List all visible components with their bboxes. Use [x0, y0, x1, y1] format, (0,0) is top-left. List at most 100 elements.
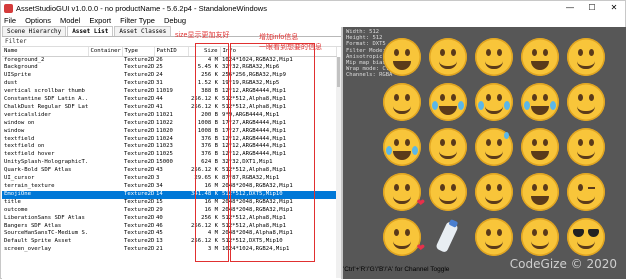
emoji-grin-icon: [521, 128, 559, 166]
cell-container: [88, 72, 122, 80]
emoji-smile-icon: [567, 38, 605, 76]
cell-type: Texture2D: [124, 64, 154, 71]
minimize-button[interactable]: —: [559, 1, 581, 15]
column-header-pathid[interactable]: PathID: [154, 47, 189, 57]
cell-pathid: 41: [156, 103, 163, 110]
cell-name: Bangers SDF Atlas: [4, 222, 62, 229]
cell-container: [88, 96, 122, 104]
cell-container: [88, 246, 122, 254]
cell-name: Quark-Bold SDF Atlas: [4, 167, 72, 174]
emoji-grin-icon: [383, 38, 421, 76]
cell-type: Texture2D: [124, 198, 154, 205]
column-header-container[interactable]: Container: [88, 47, 123, 57]
emoji-smile-icon: [429, 173, 467, 211]
cell-container: [88, 190, 122, 199]
tab-scene-hierarchy[interactable]: Scene Hierarchy: [2, 26, 67, 36]
cell-container: [88, 199, 122, 207]
cell-name: screen_overlay: [4, 246, 52, 253]
app-icon: [4, 3, 13, 13]
cell-type: Texture2D: [124, 230, 154, 237]
menu-debug[interactable]: Debug: [164, 16, 186, 25]
cell-pathid: 40: [156, 214, 163, 221]
cell-type: Texture2D: [124, 127, 154, 134]
texture-preview: Width: 512 Height: 512 Format: DXT5 Filter …: [343, 27, 626, 279]
app-window: AssetStudioGUI v1.0.0.0 - no productName…: [0, 0, 626, 279]
cell-pathid: 44: [156, 96, 163, 103]
emoji-heart-icon: ❤: [383, 173, 425, 211]
cell-name: title: [4, 198, 21, 205]
emoji-smile-icon: [429, 38, 467, 76]
cell-container: [88, 175, 122, 183]
menu-export[interactable]: Export: [89, 16, 111, 25]
cell-pathid: 15: [156, 198, 163, 205]
emoji-smile-icon: [521, 218, 559, 256]
emoji-smile-icon: [383, 83, 421, 121]
tab-asset-classes[interactable]: Asset Classes: [114, 26, 172, 36]
cell-type: Texture2D: [124, 80, 154, 87]
cell-type: Texture2D: [124, 56, 154, 63]
menu-model[interactable]: Model: [60, 16, 80, 25]
cell-pathid: 13: [156, 238, 163, 245]
cell-type: Texture2D: [124, 143, 154, 150]
menu-options[interactable]: Options: [25, 16, 51, 25]
cell-type: Texture2D: [124, 96, 154, 103]
cell-name: terrain_texture: [4, 183, 55, 189]
column-header-type[interactable]: Type: [122, 47, 155, 57]
cell-container: [88, 151, 122, 159]
menu-file[interactable]: File: [4, 16, 16, 25]
cell-pathid: 21: [156, 246, 163, 253]
cell-pathid: 11022: [156, 119, 173, 126]
cell-container: [88, 215, 122, 223]
column-header-name[interactable]: Name: [2, 47, 89, 57]
cell-name: UI_cursor: [4, 175, 35, 182]
size-column-highlight: [195, 43, 229, 262]
window-title: AssetStudioGUI v1.0.0.0 - no productName…: [16, 3, 267, 13]
cell-type: Texture2D: [124, 175, 154, 182]
cell-name: vertical scrollbar thumb: [4, 88, 85, 95]
cell-pathid: 24: [156, 72, 163, 79]
cell-name: EmojiOne: [2, 190, 88, 199]
emoji-cool-icon: [567, 218, 605, 256]
cell-name: ChalkDust Regular SDF Lat...: [4, 103, 88, 110]
cell-type: Texture2D: [124, 183, 154, 189]
maximize-button[interactable]: ☐: [581, 1, 603, 15]
cell-type: Texture2D: [124, 222, 154, 229]
emoji-smile-icon: [567, 83, 605, 121]
emoji-smile-icon: [475, 173, 513, 211]
cell-container: [88, 64, 122, 72]
cell-pathid: 29: [156, 206, 163, 213]
cell-type: Texture2D: [124, 159, 154, 166]
cell-name: textfield hover: [4, 151, 55, 158]
cell-container: [88, 104, 122, 112]
cell-container: [88, 88, 122, 96]
emoji-laugh-icon: [521, 38, 559, 76]
close-button[interactable]: ✕: [603, 1, 625, 15]
emoji-smile-icon: [475, 218, 513, 256]
cell-pathid: 15000: [156, 159, 173, 166]
cell-container: [88, 238, 122, 246]
menu-bar: File Options Model Export Filter Type De…: [1, 15, 625, 26]
menu-filter-type[interactable]: Filter Type: [120, 16, 155, 25]
cell-container: [88, 183, 122, 191]
cell-pathid: 34: [156, 183, 163, 189]
cell-container: [88, 112, 122, 120]
cell-name: Background: [4, 64, 38, 71]
cell-type: Texture2D: [124, 119, 154, 126]
scrollbar-thumb[interactable]: [337, 57, 340, 87]
watermark: CodeGize © 2020: [509, 257, 617, 271]
cell-pathid: 26: [156, 56, 163, 63]
cell-name: window on: [4, 119, 35, 126]
cell-container: [88, 143, 122, 151]
emoji-smile-icon: [475, 38, 513, 76]
cell-pathid: 43: [156, 167, 163, 174]
cell-pathid: 14: [154, 190, 188, 199]
cell-pathid: 11021: [156, 111, 173, 118]
cell-container: [88, 56, 122, 64]
cell-container: [88, 80, 122, 88]
cell-pathid: 25: [156, 64, 163, 71]
cell-name: UISprite: [4, 72, 31, 79]
emoji-joy-icon: [383, 128, 421, 166]
cell-container: [88, 167, 122, 175]
tab-asset-list[interactable]: Asset List: [67, 26, 114, 36]
emoji-bottle-icon: [429, 218, 467, 256]
